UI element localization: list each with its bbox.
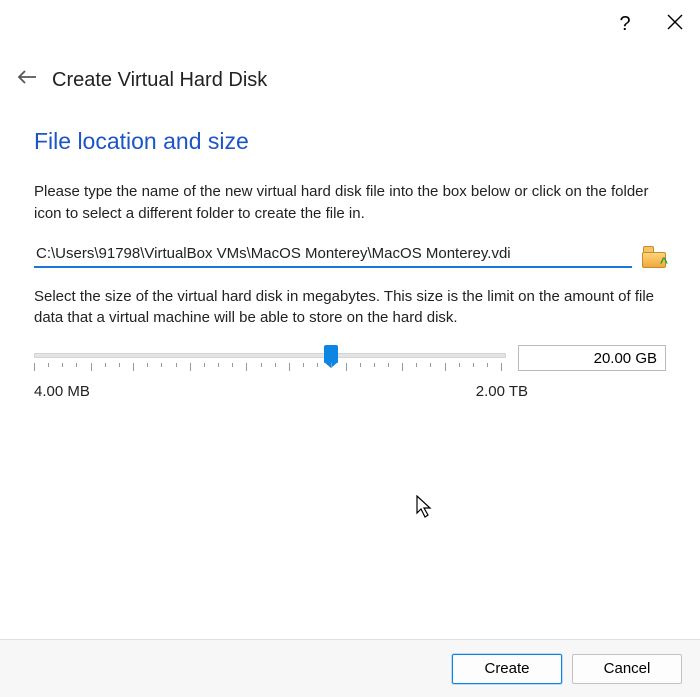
close-button[interactable] [664,14,686,34]
close-icon [667,14,683,30]
slider-thumb[interactable] [324,345,338,363]
arrow-left-icon [16,68,38,86]
size-max-label: 2.00 TB [476,383,528,400]
help-button[interactable]: ? [614,14,636,34]
dialog-footer: Create Cancel [0,639,700,697]
cursor-icon [416,495,436,519]
size-instruction: Select the size of the virtual hard disk… [34,286,666,330]
size-row [34,345,666,379]
slider-ticks [34,363,506,371]
location-instruction: Please type the name of the new virtual … [34,181,666,225]
size-slider[interactable] [34,345,506,379]
size-input[interactable] [518,345,666,371]
content-area: File location and size Please type the n… [0,100,700,400]
section-title: File location and size [34,128,666,155]
file-path-input[interactable] [34,241,632,268]
cancel-button[interactable]: Cancel [572,654,682,684]
wizard-header: Create Virtual Hard Disk [0,48,700,100]
browse-folder-button[interactable]: ^ [642,246,666,268]
wizard-title: Create Virtual Hard Disk [52,69,267,92]
file-path-row: ^ [34,241,666,268]
back-button[interactable] [16,68,38,92]
title-bar: ? [0,0,700,48]
slider-labels: 4.00 MB 2.00 TB [34,383,666,400]
create-button[interactable]: Create [452,654,562,684]
size-min-label: 4.00 MB [34,383,90,400]
